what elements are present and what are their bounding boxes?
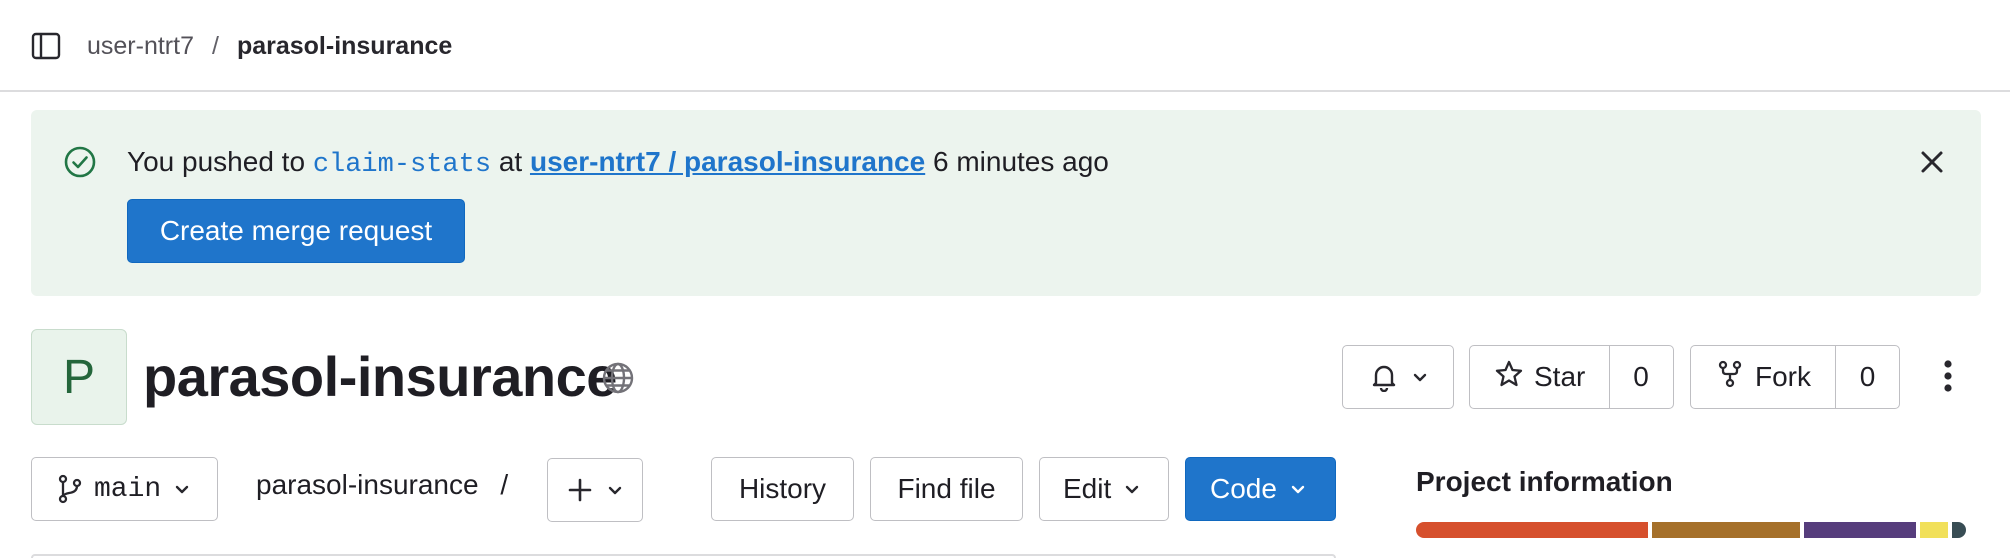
edit-dropdown[interactable]: Edit xyxy=(1039,457,1169,521)
history-button[interactable]: History xyxy=(711,457,854,521)
globe-icon xyxy=(600,360,636,396)
breadcrumb: user-ntrt7 / parasol-insurance xyxy=(87,28,452,64)
branch-icon xyxy=(56,474,84,504)
language-segment[interactable] xyxy=(1920,522,1948,538)
breadcrumb-project[interactable]: parasol-insurance xyxy=(237,32,452,61)
chevron-down-icon xyxy=(1289,480,1307,498)
plus-icon xyxy=(566,476,594,504)
code-label: Code xyxy=(1210,473,1277,504)
edit-label: Edit xyxy=(1063,473,1112,504)
fork-icon xyxy=(1715,359,1745,396)
language-segment[interactable] xyxy=(1804,522,1916,538)
language-segment[interactable] xyxy=(1416,522,1648,538)
star-count[interactable]: 0 xyxy=(1609,346,1672,408)
star-button-group: Star 0 xyxy=(1469,345,1674,409)
project-avatar: P xyxy=(31,329,127,425)
bell-icon xyxy=(1369,362,1399,392)
find-file-button[interactable]: Find file xyxy=(870,457,1023,521)
push-alert: You pushed to claim-stats at user-ntrt7 … xyxy=(31,110,1981,296)
create-merge-request-button[interactable]: Create merge request xyxy=(127,199,465,263)
alert-project-link[interactable]: user-ntrt7 / parasol-insurance xyxy=(530,146,925,177)
language-segment[interactable] xyxy=(1652,522,1800,538)
language-bar xyxy=(1416,522,1966,538)
branch-selector[interactable]: main xyxy=(31,457,218,521)
add-dropdown[interactable] xyxy=(547,458,643,522)
breadcrumb-separator: / xyxy=(211,31,219,60)
star-button[interactable]: Star xyxy=(1470,346,1609,408)
alert-prefix: You pushed to xyxy=(127,146,313,177)
close-icon[interactable] xyxy=(1916,146,1948,178)
top-bar: user-ntrt7 / parasol-insurance xyxy=(0,0,2010,92)
repo-path: parasol-insurance / xyxy=(256,469,508,501)
language-segment[interactable] xyxy=(1952,522,1966,538)
check-circle-icon xyxy=(63,145,97,179)
alert-suffix: 6 minutes ago xyxy=(925,146,1109,177)
chevron-down-icon xyxy=(1123,480,1141,498)
fork-label: Fork xyxy=(1755,361,1811,392)
code-dropdown[interactable]: Code xyxy=(1185,457,1336,521)
chevron-down-icon xyxy=(173,480,191,498)
notification-dropdown[interactable] xyxy=(1342,345,1454,409)
repo-path-separator: / xyxy=(500,469,509,500)
fork-button-group: Fork 0 xyxy=(1690,345,1900,409)
kebab-icon[interactable] xyxy=(1932,356,1964,396)
repo-path-root[interactable]: parasol-insurance xyxy=(256,469,479,500)
alert-message: You pushed to claim-stats at user-ntrt7 … xyxy=(127,142,1109,185)
file-list-container xyxy=(31,554,1336,558)
project-title: parasol-insurance xyxy=(143,345,617,408)
breadcrumb-namespace[interactable]: user-ntrt7 xyxy=(87,32,194,61)
star-label: Star xyxy=(1534,361,1586,392)
star-icon xyxy=(1494,359,1524,396)
chevron-down-icon xyxy=(606,481,624,499)
branch-name: main xyxy=(94,473,162,505)
fork-button[interactable]: Fork xyxy=(1691,346,1835,408)
fork-count[interactable]: 0 xyxy=(1835,346,1899,408)
alert-middle: at xyxy=(491,146,530,177)
project-info-title: Project information xyxy=(1416,466,1673,497)
alert-branch-link[interactable]: claim-stats xyxy=(313,150,491,180)
sidebar-toggle-icon[interactable] xyxy=(30,30,62,62)
chevron-down-icon xyxy=(1411,368,1429,386)
